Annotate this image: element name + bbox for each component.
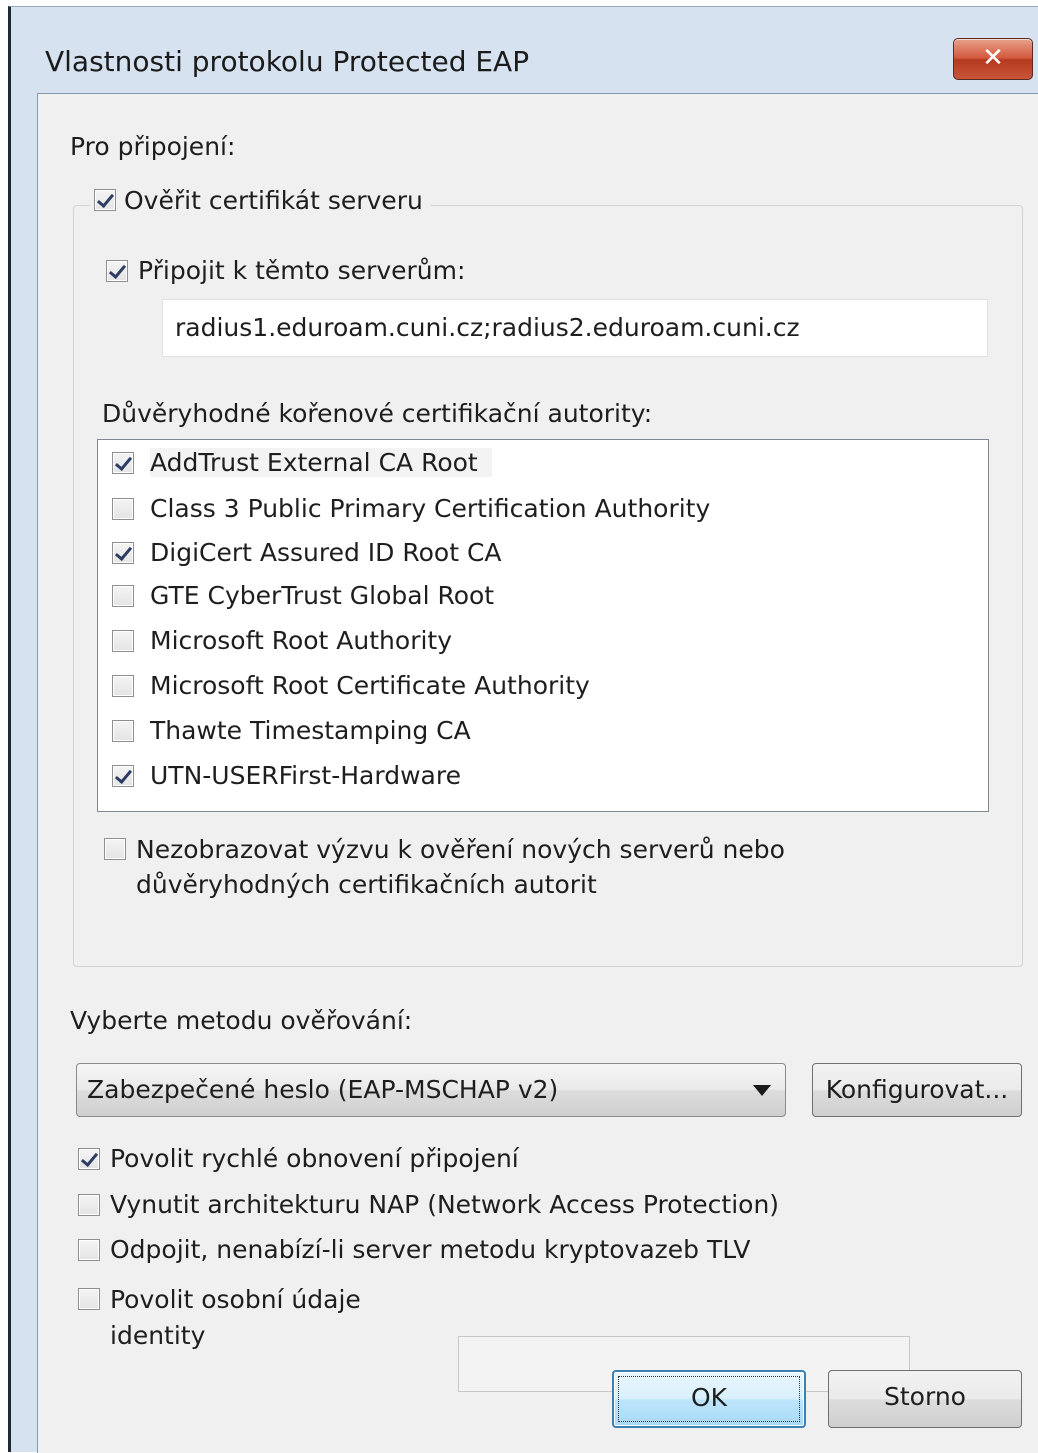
ca-checkbox[interactable] <box>112 764 134 787</box>
auth-method-heading: Vyberte metodu ověřování: <box>70 1006 413 1035</box>
title-bar[interactable]: Vlastnosti protokolu Protected EAP ✕ <box>11 7 1038 95</box>
ca-checkbox[interactable] <box>112 719 134 742</box>
identity-privacy-label-line1: Povolit osobní údaje <box>110 1285 361 1314</box>
ca-checkbox[interactable] <box>112 451 134 474</box>
ca-list-item[interactable]: AddTrust External CA Root <box>112 448 492 477</box>
fast-reconnect-row[interactable]: Povolit rychlé obnovení připojení <box>78 1144 519 1173</box>
ca-list-item[interactable]: DigiCert Assured ID Root CA <box>112 538 502 567</box>
dropdown-arrow-icon <box>753 1085 771 1096</box>
no-prompt-checkbox[interactable] <box>104 838 126 860</box>
identity-privacy-row[interactable]: Povolit osobní údaje identity <box>78 1282 361 1354</box>
window-title: Vlastnosti protokolu Protected EAP <box>45 45 530 78</box>
disconnect-tlv-row[interactable]: Odpojit, nenabízí-li server metodu krypt… <box>78 1235 751 1264</box>
ca-name: Class 3 Public Primary Certification Aut… <box>150 494 711 523</box>
auth-method-value: Zabezpečené heslo (EAP-MSCHAP v2) <box>87 1075 559 1104</box>
dialog-client-area: Pro připojení: Ověřit certifikát serveru… <box>37 93 1038 1453</box>
trusted-ca-label: Důvěryhodné kořenové certifikační autori… <box>102 399 653 428</box>
ca-list-item[interactable]: Microsoft Root Certificate Authority <box>112 671 590 700</box>
identity-privacy-label-line2: identity <box>110 1321 206 1350</box>
dialog-window: Vlastnosti protokolu Protected EAP ✕ Pro… <box>8 6 1038 1453</box>
verify-cert-legend[interactable]: Ověřit certifikát serveru <box>90 180 431 220</box>
ca-list-item[interactable]: Microsoft Root Authority <box>112 626 452 655</box>
connect-servers-checkbox[interactable] <box>106 259 128 282</box>
no-prompt-label-line2: důvěryhodných certifikačních autorit <box>136 870 597 899</box>
no-prompt-label-line1: Nezobrazovat výzvu k ověření nových serv… <box>136 835 785 864</box>
ca-name: Microsoft Root Authority <box>150 626 453 655</box>
ca-checkbox[interactable] <box>112 541 134 564</box>
ca-list-item[interactable]: GTE CyberTrust Global Root <box>112 581 494 610</box>
enforce-nap-row[interactable]: Vynutit architekturu NAP (Network Access… <box>78 1190 779 1219</box>
no-prompt-row[interactable]: Nezobrazovat výzvu k ověření nových serv… <box>104 832 785 902</box>
ca-name: UTN-USERFirst-Hardware <box>150 761 461 790</box>
servers-input[interactable]: radius1.eduroam.cuni.cz;radius2.eduroam.… <box>162 299 988 357</box>
auth-method-select[interactable]: Zabezpečené heslo (EAP-MSCHAP v2) <box>76 1063 786 1117</box>
cancel-button[interactable]: Storno <box>828 1370 1022 1428</box>
ca-checkbox[interactable] <box>112 629 134 652</box>
ok-button-label: OK <box>690 1383 728 1412</box>
ca-list-item[interactable]: Class 3 Public Primary Certification Aut… <box>112 494 710 523</box>
ca-list-item[interactable]: UTN-USERFirst-Hardware <box>112 761 461 790</box>
fast-reconnect-checkbox[interactable] <box>78 1147 100 1170</box>
connect-servers-label: Připojit k těmto serverům: <box>138 256 466 285</box>
trusted-ca-list[interactable]: AddTrust External CA Root Class 3 Public… <box>97 439 989 812</box>
close-button[interactable]: ✕ <box>953 38 1033 80</box>
enforce-nap-checkbox[interactable] <box>78 1193 100 1216</box>
ca-name: GTE CyberTrust Global Root <box>150 581 495 610</box>
connection-heading: Pro připojení: <box>70 132 236 161</box>
ca-name: AddTrust External CA Root <box>150 448 492 477</box>
ok-button[interactable]: OK <box>612 1370 806 1428</box>
ca-checkbox[interactable] <box>112 584 134 607</box>
enforce-nap-label: Vynutit architekturu NAP (Network Access… <box>110 1190 780 1219</box>
ca-name: Thawte Timestamping CA <box>150 716 471 745</box>
verify-cert-label: Ověřit certifikát serveru <box>124 185 423 215</box>
disconnect-tlv-checkbox[interactable] <box>78 1238 100 1261</box>
close-icon: ✕ <box>982 43 1004 73</box>
configure-button[interactable]: Konfigurovat... <box>812 1063 1022 1117</box>
connect-servers-row[interactable]: Připojit k těmto serverům: <box>106 256 465 285</box>
ca-checkbox[interactable] <box>112 674 134 697</box>
ca-name: Microsoft Root Certificate Authority <box>150 671 590 700</box>
fast-reconnect-label: Povolit rychlé obnovení připojení <box>110 1144 519 1173</box>
disconnect-tlv-label: Odpojit, nenabízí-li server metodu krypt… <box>110 1235 751 1264</box>
ca-name: DigiCert Assured ID Root CA <box>150 538 502 567</box>
verify-cert-checkbox[interactable] <box>94 189 116 211</box>
identity-privacy-checkbox[interactable] <box>78 1288 100 1310</box>
ca-checkbox[interactable] <box>112 497 134 520</box>
ca-list-item[interactable]: Thawte Timestamping CA <box>112 716 471 745</box>
